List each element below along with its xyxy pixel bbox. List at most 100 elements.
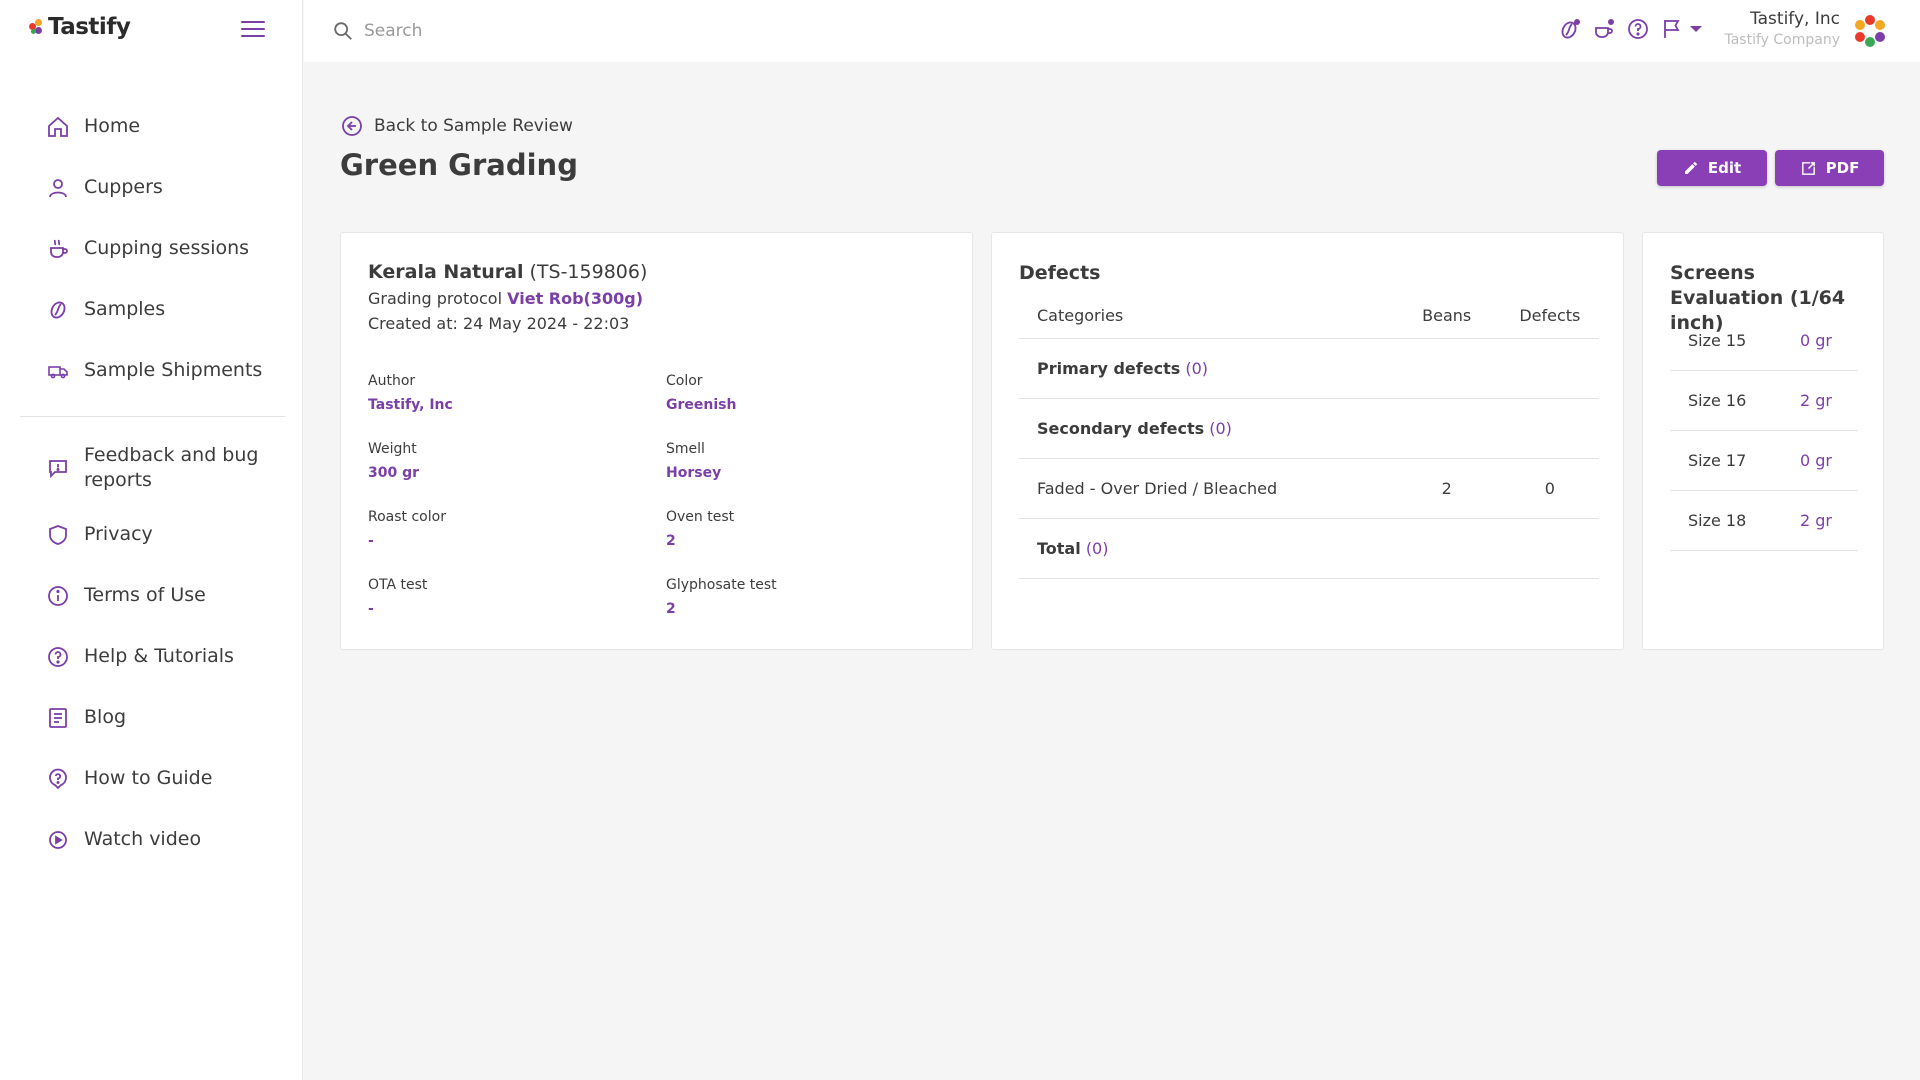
company-name: Tastify Company [1724,32,1840,48]
screen-value: 0 gr [1800,331,1832,350]
primary-defects-label: Primary defects [1037,359,1181,378]
screen-size: Size 18 [1688,511,1747,530]
field-label: Author [368,373,416,389]
field-value: Tastify, Inc [368,397,453,413]
grading-protocol: Grading protocol Viet Rob(300g) [368,289,643,308]
screens-evaluation-card: Screens Evaluation (1/64 inch) Size 15 0… [1642,232,1884,650]
sidebar-item-label: Cuppers [84,176,163,198]
top-bar: Search Tastify, Inc Tastify Company [304,0,1920,62]
sidebar-item-label: Terms of Use [84,584,206,606]
table-row: Size 15 0 gr [1670,311,1858,371]
screens-table: Size 15 0 gr Size 16 2 gr Size 17 0 gr S… [1670,311,1858,551]
field-value: - [368,601,374,617]
search-input[interactable]: Search [332,20,422,42]
sidebar-item-label: Watch video [84,828,202,850]
back-arrow-icon [342,116,362,136]
sidebar-item-cupping-sessions[interactable]: Cupping sessions [20,218,285,279]
grading-protocol-label: Grading protocol [368,289,503,308]
back-to-sample-review-link[interactable]: Back to Sample Review [340,114,573,138]
defect-beans: 2 [1441,479,1452,498]
defect-count: 0 [1544,479,1555,498]
person-icon [46,176,70,200]
play-icon [46,828,70,852]
user-info[interactable]: Tastify, Inc Tastify Company [1724,8,1840,50]
blog-icon [46,706,70,730]
field-value: 2 [666,601,676,617]
tastify-logo[interactable]: Tastify [29,14,131,40]
field-ota-test: OTA test - [368,575,648,619]
defects-card: Defects Categories Beans Defects Primary… [991,232,1624,650]
language-dropdown-caret-icon[interactable] [1690,26,1702,32]
total-label: Total [1037,539,1081,558]
sidebar-item-help[interactable]: Help & Tutorials [20,626,285,687]
sidebar-item-label: Feedback and bug reports [84,444,259,491]
sample-details-card: Kerala Natural (TS-159806) Grading proto… [340,232,973,650]
field-value: 300 gr [368,465,420,481]
info-icon [46,584,70,608]
help-icon[interactable] [1626,17,1650,41]
sidebar-item-privacy[interactable]: Privacy [20,504,285,565]
sidebar-item-feedback[interactable]: Feedback and bug reports [20,432,285,504]
column-header-beans: Beans [1422,306,1472,325]
screen-size: Size 17 [1688,451,1747,470]
edit-button[interactable]: Edit [1657,150,1767,186]
sidebar-item-label: Home [84,115,141,137]
created-at: Created at: 24 May 2024 - 22:03 [368,314,630,333]
field-smell: Smell Horsey [666,439,946,483]
flag-icon[interactable] [1660,17,1684,41]
sidebar-item-sample-shipments[interactable]: Sample Shipments [20,340,285,401]
sidebar-item-label: Sample Shipments [84,359,263,381]
sidebar-item-terms[interactable]: Terms of Use [20,565,285,626]
bean-notification-icon[interactable] [1558,17,1582,41]
screen-value: 0 gr [1800,451,1832,470]
top-icons [1558,17,1702,41]
feedback-icon [46,456,70,480]
logo-mark-icon [29,19,45,35]
truck-icon [46,359,70,383]
column-header-defects: Defects [1519,306,1581,325]
field-weight: Weight 300 gr [368,439,648,483]
defect-name: Faded - Over Dried / Bleached [1037,479,1278,498]
defects-title: Defects [1019,262,1101,284]
field-oven-test: Oven test 2 [666,507,946,551]
sidebar-item-label: Samples [84,298,166,320]
pdf-label: PDF [1825,159,1860,177]
menu-toggle-icon[interactable] [241,21,265,39]
screen-size: Size 15 [1688,331,1747,350]
field-value: 2 [666,533,676,549]
pdf-button[interactable]: PDF [1775,150,1884,186]
help-icon [46,645,70,669]
defects-table: Categories Beans Defects Primary defects… [1019,293,1599,579]
sidebar-item-samples[interactable]: Samples [20,279,285,340]
field-label: Roast color [368,509,446,525]
page-title: Green Grading [340,148,578,182]
sidebar-item-cuppers[interactable]: Cuppers [20,157,285,218]
field-value: - [368,533,374,549]
field-author: Author Tastify, Inc [368,371,648,415]
sidebar-divider [20,416,285,417]
sidebar-item-how-to-guide[interactable]: How to Guide [20,748,285,809]
secondary-defects-row: Secondary defects (0) [1019,399,1599,459]
field-label: Smell [666,441,705,457]
sidebar-item-label: Cupping sessions [84,237,250,259]
sidebar-item-blog[interactable]: Blog [20,687,285,748]
avatar[interactable] [1852,13,1888,49]
sidebar-item-label: Help & Tutorials [84,645,234,667]
primary-defects-count: (0) [1185,359,1208,378]
field-label: Color [666,373,703,389]
field-label: Glyphosate test [666,577,777,593]
sample-code: (TS-159806) [529,261,648,283]
cup-notification-icon[interactable] [1592,17,1616,41]
field-label: OTA test [368,577,428,593]
cup-icon [46,237,70,261]
sidebar-item-label: How to Guide [84,767,213,789]
table-row: Faded - Over Dried / Bleached 2 0 [1019,459,1599,519]
sidebar-item-watch-video[interactable]: Watch video [20,809,285,870]
grading-protocol-link[interactable]: Viet Rob(300g) [507,289,643,308]
sidebar-item-home[interactable]: Home [20,96,285,157]
column-header-categories: Categories [1037,306,1124,325]
sample-title: Kerala Natural (TS-159806) [368,261,647,283]
screen-value: 2 gr [1800,391,1832,410]
field-color: Color Greenish [666,371,946,415]
secondary-defects-count: (0) [1209,419,1232,438]
